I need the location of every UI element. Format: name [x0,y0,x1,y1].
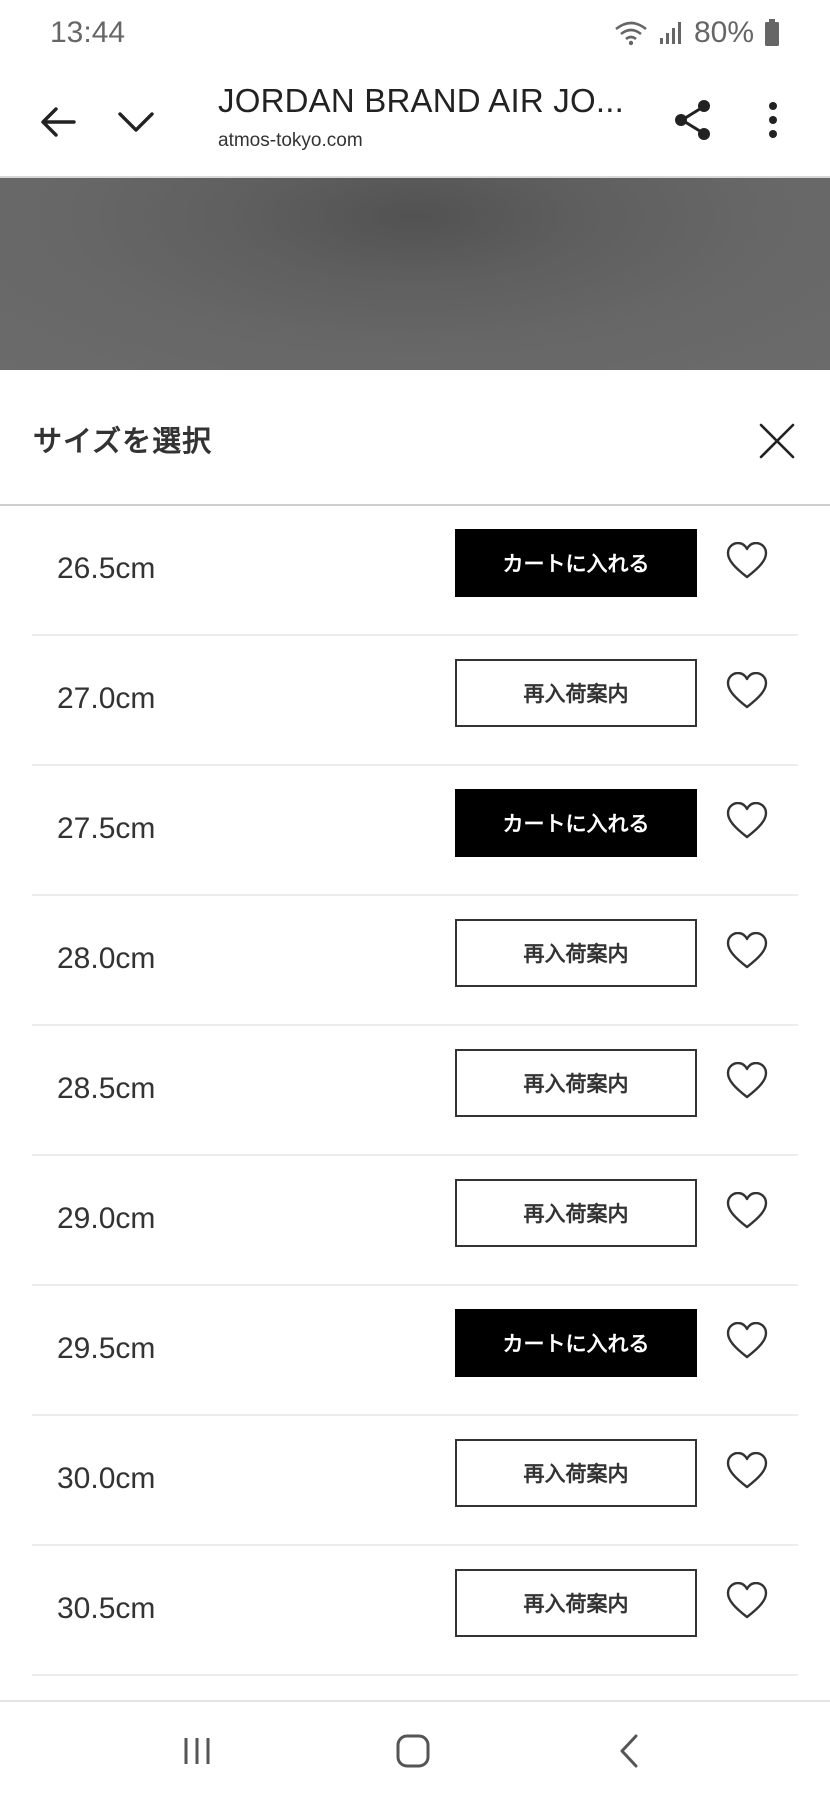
heart-icon [726,932,768,969]
size-row: 29.0cm 再入荷案内 [32,1156,798,1286]
recents-icon [184,1738,210,1764]
heart-icon [726,1062,768,1099]
size-label: 30.0cm [57,1462,156,1495]
heart-icon [726,672,768,709]
heart-icon [726,1452,768,1489]
share-button[interactable] [665,92,721,148]
system-back-button[interactable] [601,1730,657,1772]
size-row: 30.0cm 再入荷案内 [32,1416,798,1546]
size-row: 27.5cm カートに入れる [32,766,798,896]
more-options-button[interactable] [745,92,801,148]
size-label: 29.0cm [57,1202,156,1235]
size-label: 29.5cm [57,1332,156,1365]
page-title: JORDAN BRAND AIR JO... [218,82,624,119]
favorite-button[interactable] [722,1056,772,1106]
close-button[interactable] [752,416,802,466]
system-nav-bar [0,1700,830,1798]
restock-notify-button[interactable]: 再入荷案内 [455,1049,697,1117]
favorite-button[interactable] [722,1186,772,1236]
page-url: atmos-tokyo.com [218,130,363,151]
size-row: 26.5cm カートに入れる [32,506,798,636]
wifi-icon [615,21,647,46]
add-to-cart-button[interactable]: カートに入れる [455,529,697,597]
favorite-button[interactable] [722,796,772,846]
heart-icon [726,1192,768,1229]
more-vertical-icon [769,102,777,138]
size-label: 28.5cm [57,1072,156,1105]
size-row: 28.5cm 再入荷案内 [32,1026,798,1156]
back-button[interactable] [30,94,86,150]
add-to-cart-button[interactable]: カートに入れる [455,1309,697,1377]
size-row: 29.5cm カートに入れる [32,1286,798,1416]
restock-notify-button[interactable]: 再入荷案内 [455,1439,697,1507]
battery-percent: 80% [693,16,754,49]
size-row: 27.0cm 再入荷案内 [32,636,798,766]
close-icon [759,423,795,459]
home-button[interactable] [385,1730,441,1772]
size-row: 28.0cm 再入荷案内 [32,896,798,1026]
favorite-button[interactable] [722,1316,772,1366]
size-label: 26.5cm [57,552,156,585]
restock-notify-button[interactable]: 再入荷案内 [455,1179,697,1247]
home-icon [396,1734,430,1768]
size-list: 26.5cm カートに入れる 27.0cm 再入荷案内 27.5cm カートに入れる 28.… [0,506,830,1676]
arrow-left-icon [41,107,76,137]
product-image-dimmed [0,178,830,370]
page-title-area[interactable]: JORDAN BRAND AIR JO... atmos-tokyo.com [218,82,624,152]
status-bar: 13:44 80% [0,0,830,66]
browser-app-bar: JORDAN BRAND AIR JO... atmos-tokyo.com [0,66,830,178]
status-icons: 80% [614,16,780,50]
back-chevron-icon [620,1734,638,1768]
heart-icon [726,802,768,839]
size-label: 28.0cm [57,942,156,975]
restock-notify-button[interactable]: 再入荷案内 [455,1569,697,1637]
battery-icon [765,19,779,46]
favorite-button[interactable] [722,926,772,976]
restock-notify-button[interactable]: 再入荷案内 [455,659,697,727]
heart-icon [726,1322,768,1359]
status-time: 13:44 [50,16,126,49]
size-row: 30.5cm 再入荷案内 [32,1546,798,1676]
signal-icon [659,22,681,44]
share-icon [675,100,710,140]
heart-icon [726,542,768,579]
favorite-button[interactable] [722,1576,772,1626]
favorite-button[interactable] [722,536,772,586]
favorite-button[interactable] [722,1446,772,1496]
size-label: 27.5cm [57,812,156,845]
size-label: 30.5cm [57,1592,156,1625]
size-label: 27.0cm [57,682,156,715]
sheet-title: サイズを選択 [33,426,213,458]
chevron-down-icon [118,112,154,132]
heart-icon [726,1582,768,1619]
restock-notify-button[interactable]: 再入荷案内 [455,919,697,987]
add-to-cart-button[interactable]: カートに入れる [455,789,697,857]
size-sheet-header: サイズを選択 [0,370,830,506]
recents-button[interactable] [169,1730,225,1772]
collapse-button[interactable] [108,94,164,150]
favorite-button[interactable] [722,666,772,716]
